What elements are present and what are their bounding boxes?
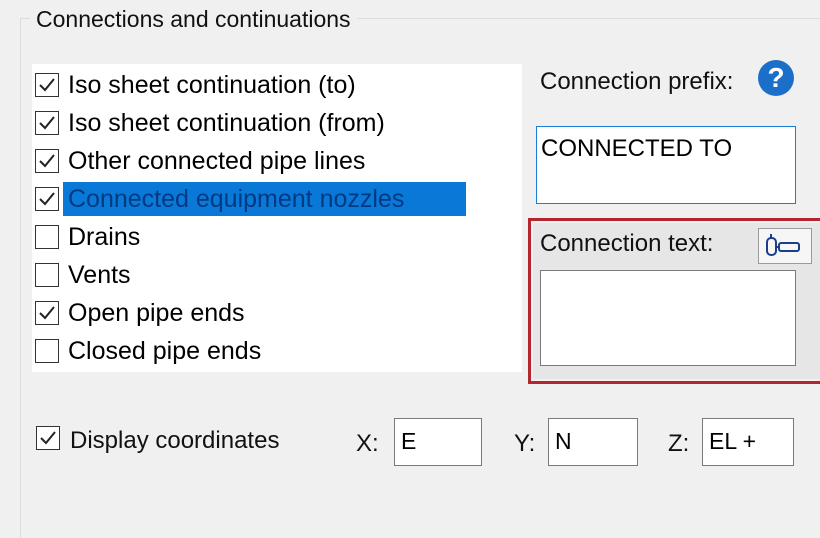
checkbox[interactable] — [35, 339, 59, 363]
checkbox[interactable] — [35, 111, 59, 135]
check-icon — [39, 306, 55, 320]
x-label: X: — [356, 430, 379, 457]
check-icon — [39, 192, 55, 206]
option-other-pipe-lines[interactable]: Other connected pipe lines — [32, 142, 522, 180]
option-closed-pipe-ends[interactable]: Closed pipe ends — [32, 332, 522, 370]
y-label: Y: — [514, 430, 536, 457]
connection-options-list[interactable]: Iso sheet continuation (to) Iso sheet co… — [32, 64, 522, 372]
option-label: Iso sheet continuation (from) — [68, 108, 385, 137]
option-label: Open pipe ends — [68, 298, 245, 327]
checkbox[interactable] — [35, 149, 59, 173]
option-drains[interactable]: Drains — [32, 218, 522, 256]
option-label: Closed pipe ends — [68, 336, 262, 365]
option-label: Iso sheet continuation (to) — [68, 70, 356, 99]
check-icon — [39, 78, 55, 92]
check-icon — [40, 431, 56, 445]
group-title: Connections and continuations — [30, 6, 357, 33]
checkbox[interactable] — [35, 263, 59, 287]
checkbox[interactable] — [35, 301, 59, 325]
option-label: Vents — [68, 260, 131, 289]
question-circle-icon[interactable]: ? — [758, 60, 794, 96]
y-input[interactable]: N — [548, 418, 638, 466]
connection-text-label: Connection text: — [540, 230, 714, 257]
display-coordinates-label: Display coordinates — [70, 427, 280, 454]
option-label: Connected equipment nozzles — [63, 182, 467, 216]
z-label: Z: — [668, 430, 690, 457]
x-input[interactable]: E — [394, 418, 482, 466]
option-open-pipe-ends[interactable]: Open pipe ends — [32, 294, 522, 332]
connection-text-input[interactable] — [540, 270, 796, 366]
option-iso-sheet-to[interactable]: Iso sheet continuation (to) — [32, 66, 522, 104]
checkbox[interactable] — [35, 73, 59, 97]
check-icon — [39, 116, 55, 130]
connection-prefix-input[interactable]: CONNECTED TO — [536, 126, 796, 204]
display-coordinates-checkbox[interactable] — [36, 426, 60, 450]
link-icon — [766, 234, 800, 256]
option-equipment-nozzles[interactable]: Connected equipment nozzles — [32, 180, 522, 218]
option-iso-sheet-from[interactable]: Iso sheet continuation (from) — [32, 104, 522, 142]
checkbox[interactable] — [35, 187, 59, 211]
check-icon — [39, 154, 55, 168]
option-label: Drains — [68, 222, 141, 251]
option-vents[interactable]: Vents — [32, 256, 522, 294]
checkbox[interactable] — [35, 225, 59, 249]
z-input[interactable]: EL + — [702, 418, 794, 466]
option-label: Other connected pipe lines — [68, 146, 366, 175]
connection-prefix-label: Connection prefix: — [540, 68, 734, 95]
insert-attribute-button[interactable] — [758, 228, 812, 264]
